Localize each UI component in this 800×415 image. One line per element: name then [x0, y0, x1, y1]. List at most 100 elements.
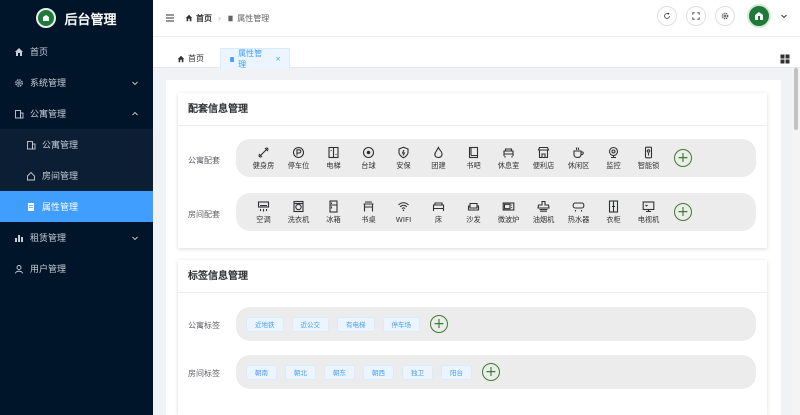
- close-icon[interactable]: ×: [275, 55, 281, 63]
- tag-chip[interactable]: 独卫: [402, 364, 433, 380]
- avatar[interactable]: [747, 4, 771, 28]
- facility-label: 台球: [361, 160, 376, 170]
- app-root: 后台管理 首页 系统管理 公寓管理 公寓管理 房间管理 属性管理 租赁管理 用户…: [0, 0, 800, 415]
- fire-icon: [434, 145, 443, 158]
- gear-icon: [721, 12, 729, 20]
- chevron-down-icon: [132, 81, 138, 85]
- apartment-facility-label: 公寓配套: [188, 156, 220, 165]
- user-icon: [14, 264, 24, 274]
- sofa-icon: [467, 202, 480, 211]
- document-icon: [26, 202, 36, 212]
- sidebar-item-home[interactable]: 首页: [0, 36, 153, 67]
- add-facility-button[interactable]: +: [674, 203, 692, 221]
- facility-item[interactable]: 电视机: [633, 196, 664, 228]
- tag-chip[interactable]: 朝北: [285, 364, 316, 380]
- facility-label: 床: [434, 214, 443, 224]
- facility-label: 洗衣机: [287, 214, 310, 224]
- breadcrumb-current: 属性管理: [227, 13, 269, 24]
- card-title: 配套信息管理: [178, 93, 767, 126]
- facility-item[interactable]: 微波炉: [493, 196, 524, 228]
- facility-item[interactable]: 空调: [248, 196, 279, 228]
- facility-item[interactable]: 床: [423, 196, 454, 228]
- microwave-icon: [502, 201, 515, 211]
- chevron-down-icon[interactable]: [780, 12, 788, 20]
- settings-button[interactable]: [715, 6, 735, 26]
- facility-item[interactable]: WIFI: [388, 196, 419, 228]
- breadcrumb: 首页 › 属性管理: [185, 13, 269, 24]
- billiards-icon: [362, 146, 375, 158]
- facility-item[interactable]: 沙发: [458, 196, 489, 228]
- facility-item[interactable]: 监控: [598, 142, 629, 174]
- sidebar-item-system[interactable]: 系统管理: [0, 67, 153, 98]
- facility-label: 电视机: [637, 214, 660, 224]
- sidebar-item-lease[interactable]: 租赁管理: [0, 222, 153, 253]
- book-icon: [468, 146, 479, 158]
- facility-item[interactable]: 热水器: [563, 196, 594, 228]
- wifi-icon: [398, 202, 409, 212]
- tag-chip[interactable]: 朝东: [324, 364, 355, 380]
- facility-item[interactable]: 健身房: [248, 142, 279, 174]
- facility-item[interactable]: 休闲区: [563, 142, 594, 174]
- sidebar-menu: 首页 系统管理 公寓管理 公寓管理 房间管理 属性管理 租赁管理 用户管理: [0, 36, 153, 284]
- facility-item[interactable]: 书桌: [353, 196, 384, 228]
- menu-toggle-icon[interactable]: [165, 13, 175, 23]
- sidebar-subitem-room[interactable]: 房间管理: [0, 160, 153, 191]
- breadcrumb-home[interactable]: 首页: [185, 13, 212, 24]
- scrollbar-thumb[interactable]: [794, 68, 798, 130]
- sidebar: 后台管理 首页 系统管理 公寓管理 公寓管理 房间管理 属性管理 租赁管理 用户…: [0, 0, 153, 415]
- tag-chip[interactable]: 有电梯: [337, 316, 375, 332]
- tag-chip[interactable]: 近公交: [291, 316, 329, 332]
- fullscreen-icon: [692, 12, 700, 20]
- facility-label: 热水器: [567, 214, 590, 224]
- tag-chip[interactable]: 近地铁: [246, 316, 284, 332]
- add-tag-button[interactable]: +: [482, 363, 500, 381]
- sidebar-item-label: 用户管理: [30, 265, 67, 275]
- home-icon: [185, 14, 193, 22]
- elevator-icon: [328, 146, 339, 158]
- facility-item[interactable]: 洗衣机: [283, 196, 314, 228]
- add-tag-button[interactable]: +: [430, 315, 448, 333]
- facility-item[interactable]: 冰箱: [318, 196, 349, 228]
- facility-item[interactable]: 衣柜: [598, 196, 629, 228]
- coffee-icon: [573, 146, 584, 158]
- refresh-button[interactable]: [657, 6, 677, 26]
- sidebar-subitem-attribute[interactable]: 属性管理: [0, 191, 153, 222]
- wardrobe-icon: [608, 199, 619, 213]
- tag-chip[interactable]: 朝西: [363, 364, 394, 380]
- parking-icon: [292, 146, 305, 158]
- air-conditioner-icon: [257, 200, 270, 211]
- apartment-facility-row: 健身房 停车位 电梯 台球 安保 团建 书吧 休息室 便利店 休闲区 监控 智能锁 +: [236, 139, 756, 177]
- facility-item[interactable]: 书吧: [458, 142, 489, 174]
- room-facility-label: 房间配套: [188, 210, 220, 219]
- facility-item[interactable]: 油烟机: [528, 196, 559, 228]
- facility-label: WIFI: [395, 215, 412, 224]
- chart-icon: [14, 233, 24, 243]
- facility-label: 便利店: [532, 160, 555, 170]
- facility-card: 配套信息管理 公寓配套 健身房 停车位 电梯 台球 安保 团建 书吧 休息室 便利店 休闲区 监控 智…: [178, 93, 767, 248]
- card-title: 标签信息管理: [178, 260, 767, 293]
- grid-menu-icon[interactable]: [780, 54, 790, 64]
- facility-item[interactable]: 安保: [388, 142, 419, 174]
- add-facility-button[interactable]: +: [674, 149, 692, 167]
- sidebar-item-user[interactable]: 用户管理: [0, 253, 153, 284]
- facility-item[interactable]: 休息室: [493, 142, 524, 174]
- tag-chip[interactable]: 朝南: [246, 364, 277, 380]
- facility-item[interactable]: 智能锁: [633, 142, 664, 174]
- sidebar-item-label: 首页: [30, 48, 49, 58]
- refresh-icon: [664, 12, 670, 19]
- tab-home[interactable]: 首页: [169, 48, 212, 69]
- facility-label: 安保: [396, 160, 411, 170]
- facility-item[interactable]: 台球: [353, 142, 384, 174]
- facility-item[interactable]: 电梯: [318, 142, 349, 174]
- facility-item[interactable]: 便利店: [528, 142, 559, 174]
- fullscreen-button[interactable]: [686, 6, 706, 26]
- sidebar-item-apartment[interactable]: 公寓管理: [0, 98, 153, 129]
- app-title: 后台管理: [64, 12, 117, 28]
- facility-item[interactable]: 停车位: [283, 142, 314, 174]
- gear-icon: [14, 78, 24, 88]
- tag-chip[interactable]: 停车场: [382, 316, 420, 332]
- tag-chip[interactable]: 阳台: [441, 364, 472, 380]
- facility-item[interactable]: 团建: [423, 142, 454, 174]
- tab-attribute[interactable]: 属性管理 ×: [220, 48, 290, 69]
- sidebar-subitem-apartment[interactable]: 公寓管理: [0, 129, 153, 160]
